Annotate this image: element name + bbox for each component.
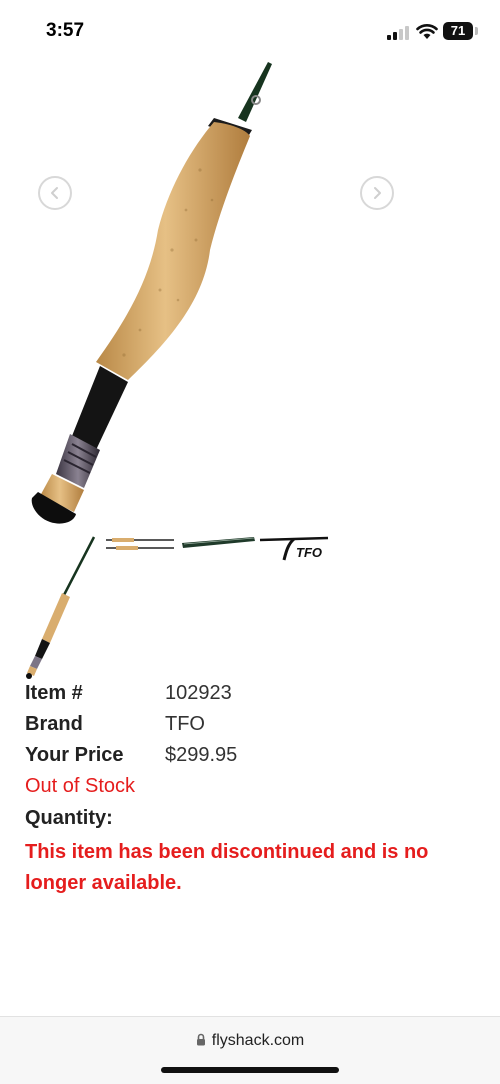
wifi-icon <box>416 24 438 39</box>
thumbnail-rod-tube[interactable] <box>180 533 256 551</box>
thumbnail-full-rod[interactable] <box>24 535 100 680</box>
svg-text:TFO: TFO <box>296 545 322 560</box>
item-number-value: 102923 <box>165 682 232 704</box>
stock-status: Out of Stock <box>25 775 136 797</box>
tube-thumbnail-image <box>182 537 255 548</box>
chevron-left-icon <box>51 187 58 199</box>
item-number-label: Item # <box>25 682 83 704</box>
home-indicator <box>161 1067 339 1073</box>
product-image-gallery[interactable] <box>0 55 440 535</box>
url-text: flyshack.com <box>211 1032 305 1049</box>
next-image-button[interactable] <box>360 176 394 210</box>
battery-indicator: 71 <box>443 22 473 40</box>
address-bar[interactable]: flyshack.com <box>0 1032 500 1050</box>
chevron-right-icon <box>374 187 381 199</box>
thumbnail-tfo-logo[interactable]: TFO <box>258 534 332 562</box>
price-value: $299.95 <box>165 744 238 766</box>
price-label: Your Price <box>25 744 124 766</box>
discontinued-message: This item has been discontinued and is n… <box>25 841 429 894</box>
battery-tip <box>475 27 478 35</box>
fly-rod-main-image <box>31 62 272 524</box>
status-time: 3:57 <box>46 20 85 41</box>
previous-image-button[interactable] <box>38 176 72 210</box>
browser-bottom-bar: flyshack.com <box>0 1016 500 1084</box>
rod-thumbnail-image <box>26 536 96 679</box>
thumbnail-rod-sections[interactable] <box>104 535 176 555</box>
lock-icon <box>196 1033 205 1046</box>
signal-icon <box>387 26 409 40</box>
sections-thumbnail-image <box>106 538 174 550</box>
quantity-label: Quantity: <box>25 807 113 829</box>
tfo-logo-icon: TFO <box>259 536 329 561</box>
brand-value: TFO <box>165 713 205 735</box>
brand-label: Brand <box>25 713 83 735</box>
status-bar: 3:57 71 <box>0 0 500 60</box>
